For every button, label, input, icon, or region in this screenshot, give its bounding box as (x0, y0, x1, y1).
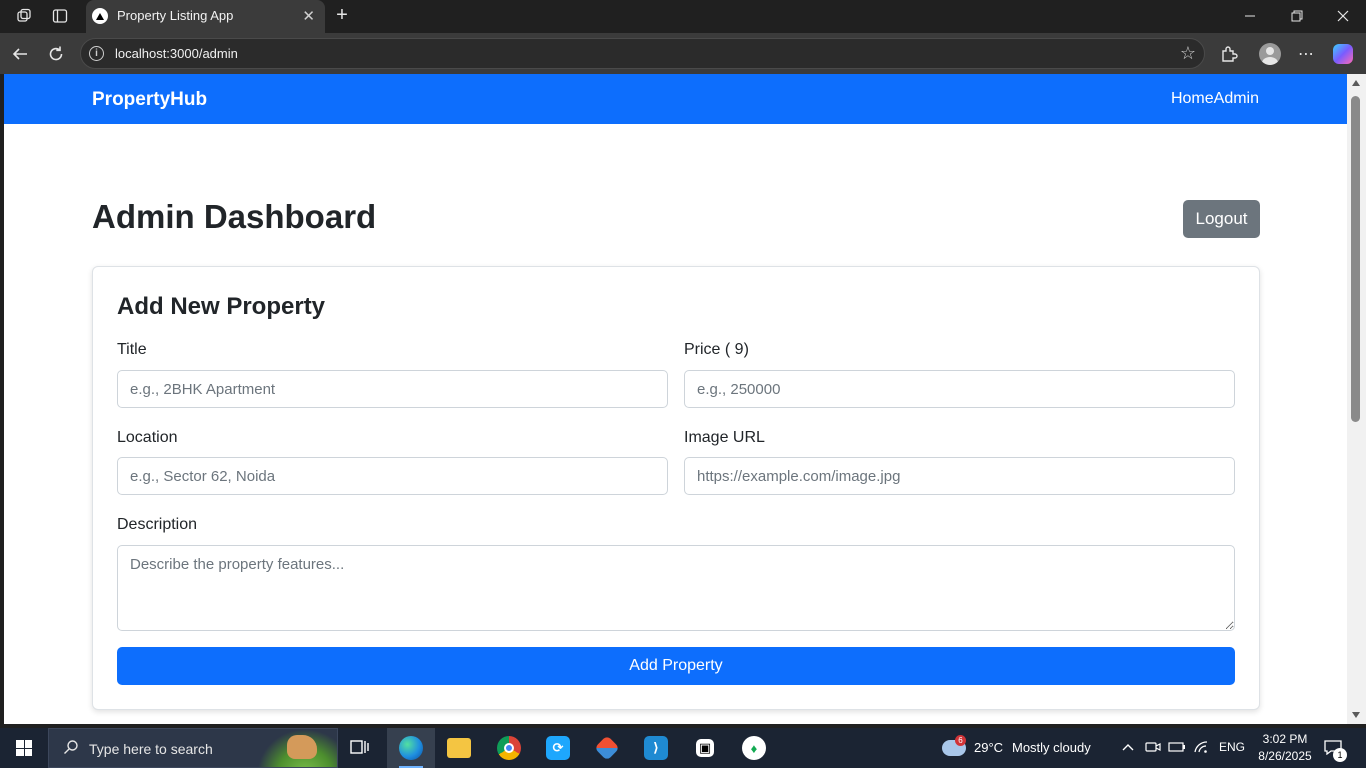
language-indicator[interactable]: ENG (1219, 740, 1245, 754)
title-label: Title (117, 341, 147, 358)
page-title: Admin Dashboard (92, 198, 377, 235)
description-textarea[interactable] (117, 545, 1235, 631)
scroll-up-icon[interactable] (1352, 80, 1360, 86)
vertical-tabs-icon[interactable] (50, 6, 70, 26)
restore-icon[interactable] (1285, 6, 1309, 26)
corgi-illustration-icon (287, 735, 317, 759)
git-icon[interactable] (583, 728, 631, 768)
refresh-icon[interactable] (44, 42, 68, 66)
minimize-icon[interactable] (1238, 6, 1262, 26)
search-icon (63, 739, 79, 760)
close-window-icon[interactable] (1331, 6, 1355, 26)
price-input[interactable] (684, 370, 1235, 408)
address-bar[interactable]: i localhost:3000/admin ☆ (80, 38, 1205, 69)
nav-links: Home Admin (1171, 90, 1259, 108)
add-property-button[interactable]: Add Property (117, 647, 1235, 685)
battery-icon[interactable] (1168, 738, 1186, 756)
tab-title: Property Listing App (117, 8, 234, 23)
more-options-icon[interactable]: ⋯ (1295, 43, 1317, 65)
description-label: Description (117, 516, 198, 533)
extensions-icon[interactable] (1218, 43, 1240, 65)
browser-tab-bar: Property Listing App ✕ + (0, 0, 1366, 33)
scroll-thumb[interactable] (1351, 96, 1360, 422)
page-scrollbar[interactable] (1347, 74, 1366, 724)
nav-link-home[interactable]: Home (1171, 90, 1214, 108)
copilot-icon[interactable] (1332, 43, 1354, 65)
location-input[interactable] (117, 457, 668, 495)
windows-logo-icon (16, 740, 32, 756)
edge-icon[interactable] (387, 728, 435, 768)
browser-toolbar: i localhost:3000/admin ☆ ⋯ (0, 33, 1366, 74)
profile-avatar[interactable] (1259, 43, 1281, 65)
search-placeholder: Type here to search (89, 741, 213, 757)
wifi-icon[interactable] (1192, 738, 1210, 756)
new-tab-icon[interactable]: + (331, 4, 353, 26)
site-info-icon[interactable]: i (89, 46, 104, 61)
terminal-icon[interactable]: ▣ (681, 728, 729, 768)
nextjs-favicon-icon (92, 8, 108, 24)
weather-temperature[interactable]: 29°C (974, 740, 1003, 755)
url-text[interactable]: localhost:3000/admin (115, 46, 238, 61)
task-view-icon[interactable] (336, 728, 384, 768)
taskbar-search[interactable]: Type here to search (48, 728, 338, 768)
card-title: Add New Property (117, 293, 326, 320)
add-property-card: Add New Property Title Price ( 9) Locati… (92, 266, 1260, 710)
site-navbar: PropertyHub Home Admin (4, 74, 1347, 124)
image-url-input[interactable] (684, 457, 1235, 495)
start-button[interactable] (0, 728, 48, 768)
chevron-up-icon[interactable] (1119, 738, 1137, 756)
active-tab[interactable]: Property Listing App ✕ (86, 0, 325, 33)
back-icon[interactable] (8, 42, 32, 66)
notification-count-badge: 1 (1333, 748, 1347, 762)
price-label: Price ( 9) (684, 341, 749, 358)
system-clock[interactable]: 3:02 PM 8/26/2025 (1253, 731, 1317, 765)
page-viewport: PropertyHub Home Admin Admin Dashboard L… (4, 74, 1347, 724)
location-label: Location (117, 429, 178, 446)
chrome-icon[interactable] (485, 728, 533, 768)
clock-time: 3:02 PM (1262, 732, 1308, 746)
clock-date: 8/26/2025 (1258, 749, 1312, 763)
close-tab-icon[interactable]: ✕ (302, 7, 315, 25)
image-url-label: Image URL (684, 429, 765, 446)
favorite-star-icon[interactable]: ☆ (1180, 43, 1196, 64)
windows-taskbar: Type here to search ⟳ ⟩ ▣ ♦ 6 29°C Mostl… (0, 728, 1366, 768)
vscode-icon[interactable]: ⟩ (632, 728, 680, 768)
weather-badge: 6 (955, 735, 966, 746)
nav-link-admin[interactable]: Admin (1214, 90, 1259, 108)
mongodb-icon[interactable]: ♦ (730, 728, 778, 768)
file-explorer-icon[interactable] (435, 728, 483, 768)
logout-button[interactable]: Logout (1183, 200, 1260, 238)
scroll-down-icon[interactable] (1352, 712, 1360, 718)
workspaces-icon[interactable] (14, 6, 34, 26)
meet-now-icon[interactable] (1144, 738, 1162, 756)
brand-logo[interactable]: PropertyHub (92, 89, 207, 111)
weather-condition[interactable]: Mostly cloudy (1012, 740, 1091, 755)
title-input[interactable] (117, 370, 668, 408)
app-icon[interactable]: ⟳ (534, 728, 582, 768)
